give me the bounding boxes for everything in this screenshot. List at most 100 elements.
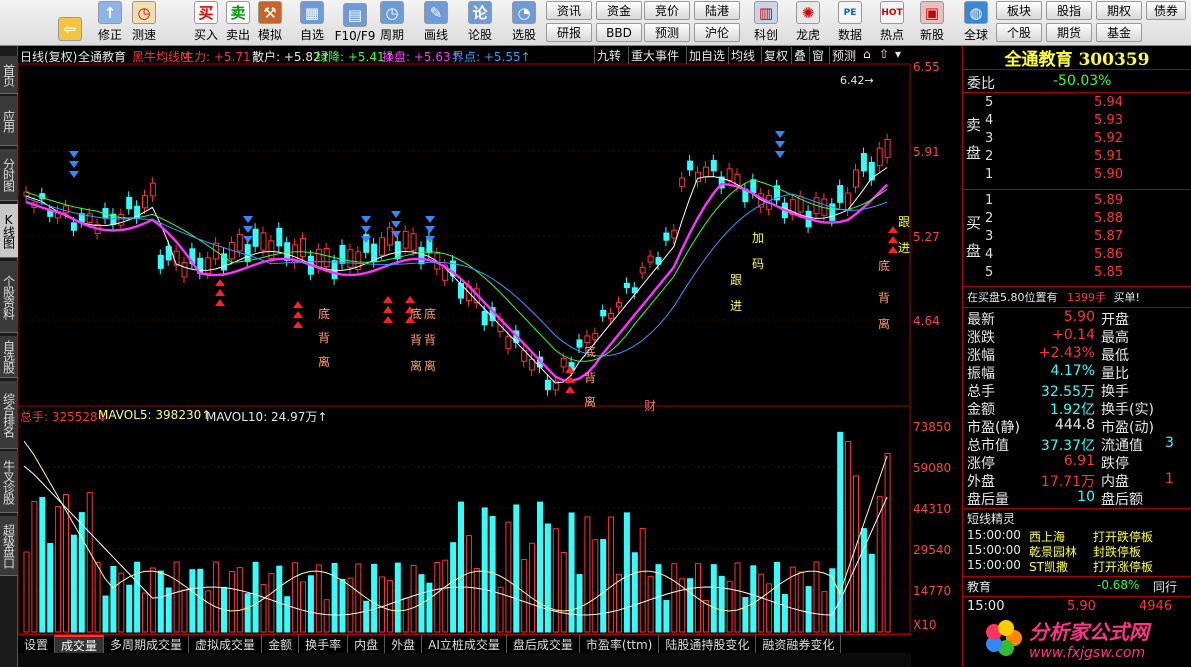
indicator-tab[interactable]: 盘后成交量 xyxy=(507,635,580,654)
volume-bar xyxy=(268,573,275,633)
buy-level-row[interactable]: 4 5.86 xyxy=(985,245,1190,263)
buy-level-row[interactable]: 1 5.89 xyxy=(985,191,1190,209)
chart-control-icon[interactable]: ⌂ xyxy=(863,47,871,61)
toolbar-pe-button[interactable]: PE 数据 xyxy=(832,1,868,45)
toolbar-sell-button[interactable]: 卖卖出 xyxy=(220,1,256,45)
news-row[interactable]: 15:00:00 乾景园林 封跌停板 xyxy=(967,543,1191,559)
volume-bar xyxy=(537,501,543,633)
toolbar-small-button[interactable]: 陆港 xyxy=(694,1,740,20)
candle-body xyxy=(394,241,401,260)
sell-level-row[interactable]: 5 5.94 xyxy=(985,93,1190,111)
toolbar-dragon-button[interactable]: ✺ 龙虎 xyxy=(790,1,826,45)
indicator-tab[interactable]: 成交量 xyxy=(55,635,105,654)
indicator-tab[interactable]: 多周期成交量 xyxy=(104,635,190,654)
kline-chart-svg[interactable]: 底背离底 底背 背离 离底背离 财跟进加码 底背离跟进6.42→ xyxy=(18,46,911,634)
left-tab-0[interactable]: 首页 xyxy=(0,56,18,94)
indicator-tab[interactable]: 市盈率(ttm) xyxy=(580,635,660,654)
left-tab-6[interactable]: 综合排名 xyxy=(0,381,18,449)
sell-signal-triangle xyxy=(243,216,253,223)
toolbar-windows-logo-button[interactable] xyxy=(4,1,40,45)
chart-tool-button[interactable]: 复权 xyxy=(761,47,788,64)
toolbar-discuss-button[interactable]: 论论股 xyxy=(462,1,498,45)
toolbar-small-button[interactable]: 期货 xyxy=(1046,23,1092,42)
chart-tool-button[interactable]: 叠 xyxy=(791,47,806,64)
volume-bar xyxy=(592,539,599,633)
sector-peer[interactable]: 同行 xyxy=(1153,578,1177,596)
toolbar-small-button[interactable]: 个股 xyxy=(996,23,1042,42)
toolbar-small-button[interactable]: BBD xyxy=(596,23,642,42)
toolbar-kechuang-button[interactable]: ▥ 科创 xyxy=(748,1,784,45)
toolbar-fix-button[interactable]: ↑ 修正 xyxy=(92,1,128,45)
buy-level-row[interactable]: 2 5.88 xyxy=(985,209,1190,227)
sell-signal-triangle xyxy=(69,171,79,178)
left-tab-2[interactable]: 分时图 xyxy=(0,149,18,201)
toolbar-small-button[interactable]: 基金 xyxy=(1096,23,1142,42)
left-tab-7[interactable]: 牛叉诊股 xyxy=(0,451,18,513)
toolbar-small-button[interactable]: 债券 xyxy=(1146,1,1186,20)
indicator-tab[interactable]: 金额 xyxy=(262,635,300,654)
indicator-tab[interactable]: AI立桩成交量 xyxy=(422,635,507,654)
indicator-tab[interactable]: 融资融券变化 xyxy=(756,635,842,654)
left-tab-8[interactable]: 超级盘口 xyxy=(0,516,18,576)
toolbar-pencil-button[interactable]: ✎ 画线 xyxy=(418,1,454,45)
sell-signal-triangle xyxy=(425,226,435,233)
volume-bar xyxy=(671,563,678,633)
chart-tool-button[interactable]: 均线 xyxy=(728,47,755,64)
toolbar-small-button[interactable]: 预测 xyxy=(644,23,690,42)
toolbar-hot-button[interactable]: HOT 热点 xyxy=(874,1,910,45)
toolbar-f10-button[interactable]: ▤ F10/F9 xyxy=(334,1,376,45)
sell-level-row[interactable]: 3 5.92 xyxy=(985,129,1190,147)
toolbar-small-button[interactable]: 研报 xyxy=(546,23,592,42)
chart-control-icon[interactable]: ⇧ xyxy=(879,47,889,61)
chart-tool-button[interactable]: 窗 xyxy=(809,47,824,64)
volume-bar xyxy=(853,475,859,633)
toolbar-magnifier-button[interactable]: ◔ 选股 xyxy=(506,1,542,45)
volume-bar xyxy=(213,561,220,633)
indicator-tab[interactable]: 设置 xyxy=(18,635,56,654)
kline-chart-area[interactable]: 底背离底底背背离离底背离财跟进加码底背离跟进 6.42→ 日线(复权) 全通教育 黑牛… xyxy=(18,46,911,634)
chart-tool-button[interactable]: 预测 xyxy=(829,47,856,64)
indicator-tab[interactable]: 陆股通持股变化 xyxy=(659,635,757,654)
sell-level-row[interactable]: 1 5.90 xyxy=(985,165,1190,183)
indicator-tab[interactable]: 内盘 xyxy=(348,635,386,654)
news-row[interactable]: 15:00:00 西上海 打开跌停板 xyxy=(967,528,1191,544)
toolbar-small-button[interactable]: 资金 xyxy=(596,1,642,20)
toolbar-small-button[interactable]: 资讯 xyxy=(546,1,592,20)
windows-logo-icon xyxy=(5,5,39,39)
left-tab-1[interactable]: 应用 xyxy=(0,96,18,146)
indicator-tab[interactable]: 外盘 xyxy=(385,635,423,654)
toolbar-small-button[interactable]: 股指 xyxy=(1046,1,1092,20)
chart-tool-button[interactable]: 九转 xyxy=(594,47,621,64)
indicator-tab[interactable]: 换手率 xyxy=(299,635,349,654)
chart-tool-button[interactable]: 重大事件 xyxy=(628,47,679,64)
toolbar-small-button[interactable]: 竞价 xyxy=(644,1,690,20)
chart-tool-button[interactable]: 加自选 xyxy=(686,47,725,64)
toolbar-list-button[interactable]: ▦ 自选 xyxy=(294,1,330,45)
candle-body xyxy=(663,232,670,241)
toolbar-back-arrow-button[interactable]: ⇦ xyxy=(52,1,88,45)
indicator-tab[interactable]: 虚拟成交量 xyxy=(189,635,263,654)
left-tab-3[interactable]: K线图 xyxy=(0,204,18,258)
separator xyxy=(963,286,1191,287)
volume-bar xyxy=(702,600,709,633)
toolbar-new-stock-button[interactable]: ▣ 新股 xyxy=(914,1,950,45)
volume-bar xyxy=(47,543,54,633)
toolbar-small-button[interactable]: 期权 xyxy=(1096,1,1142,20)
buy-level-row[interactable]: 3 5.87 xyxy=(985,227,1190,245)
sell-level-row[interactable]: 2 5.91 xyxy=(985,147,1190,165)
toolbar-small-button[interactable]: 沪伦 xyxy=(694,23,740,42)
volume-bar xyxy=(489,516,496,633)
left-tab-4[interactable]: 个股资料 xyxy=(0,261,18,333)
toolbar-clock-button[interactable]: ◷ 测速 xyxy=(126,1,162,45)
toolbar-small-button[interactable]: 板块 xyxy=(996,1,1042,20)
sell-level-row[interactable]: 4 5.93 xyxy=(985,111,1190,129)
toolbar-cycle-button[interactable]: ◷ 周期 xyxy=(374,1,410,45)
news-row[interactable]: 15:00:00 ST凯撒 打开涨停板 xyxy=(967,558,1191,574)
volume-bar xyxy=(371,563,378,633)
toolbar-gavel-button[interactable]: ⚒ 模拟 xyxy=(252,1,288,45)
toolbar-globe-button[interactable]: ◍ 全球 xyxy=(958,1,994,45)
left-tab-5[interactable]: 自选股 xyxy=(0,336,18,378)
buy-level-row[interactable]: 5 5.85 xyxy=(985,263,1190,281)
chart-control-icon[interactable]: ▾ xyxy=(895,47,901,61)
toolbar-buy-button[interactable]: 买买入 xyxy=(188,1,224,45)
